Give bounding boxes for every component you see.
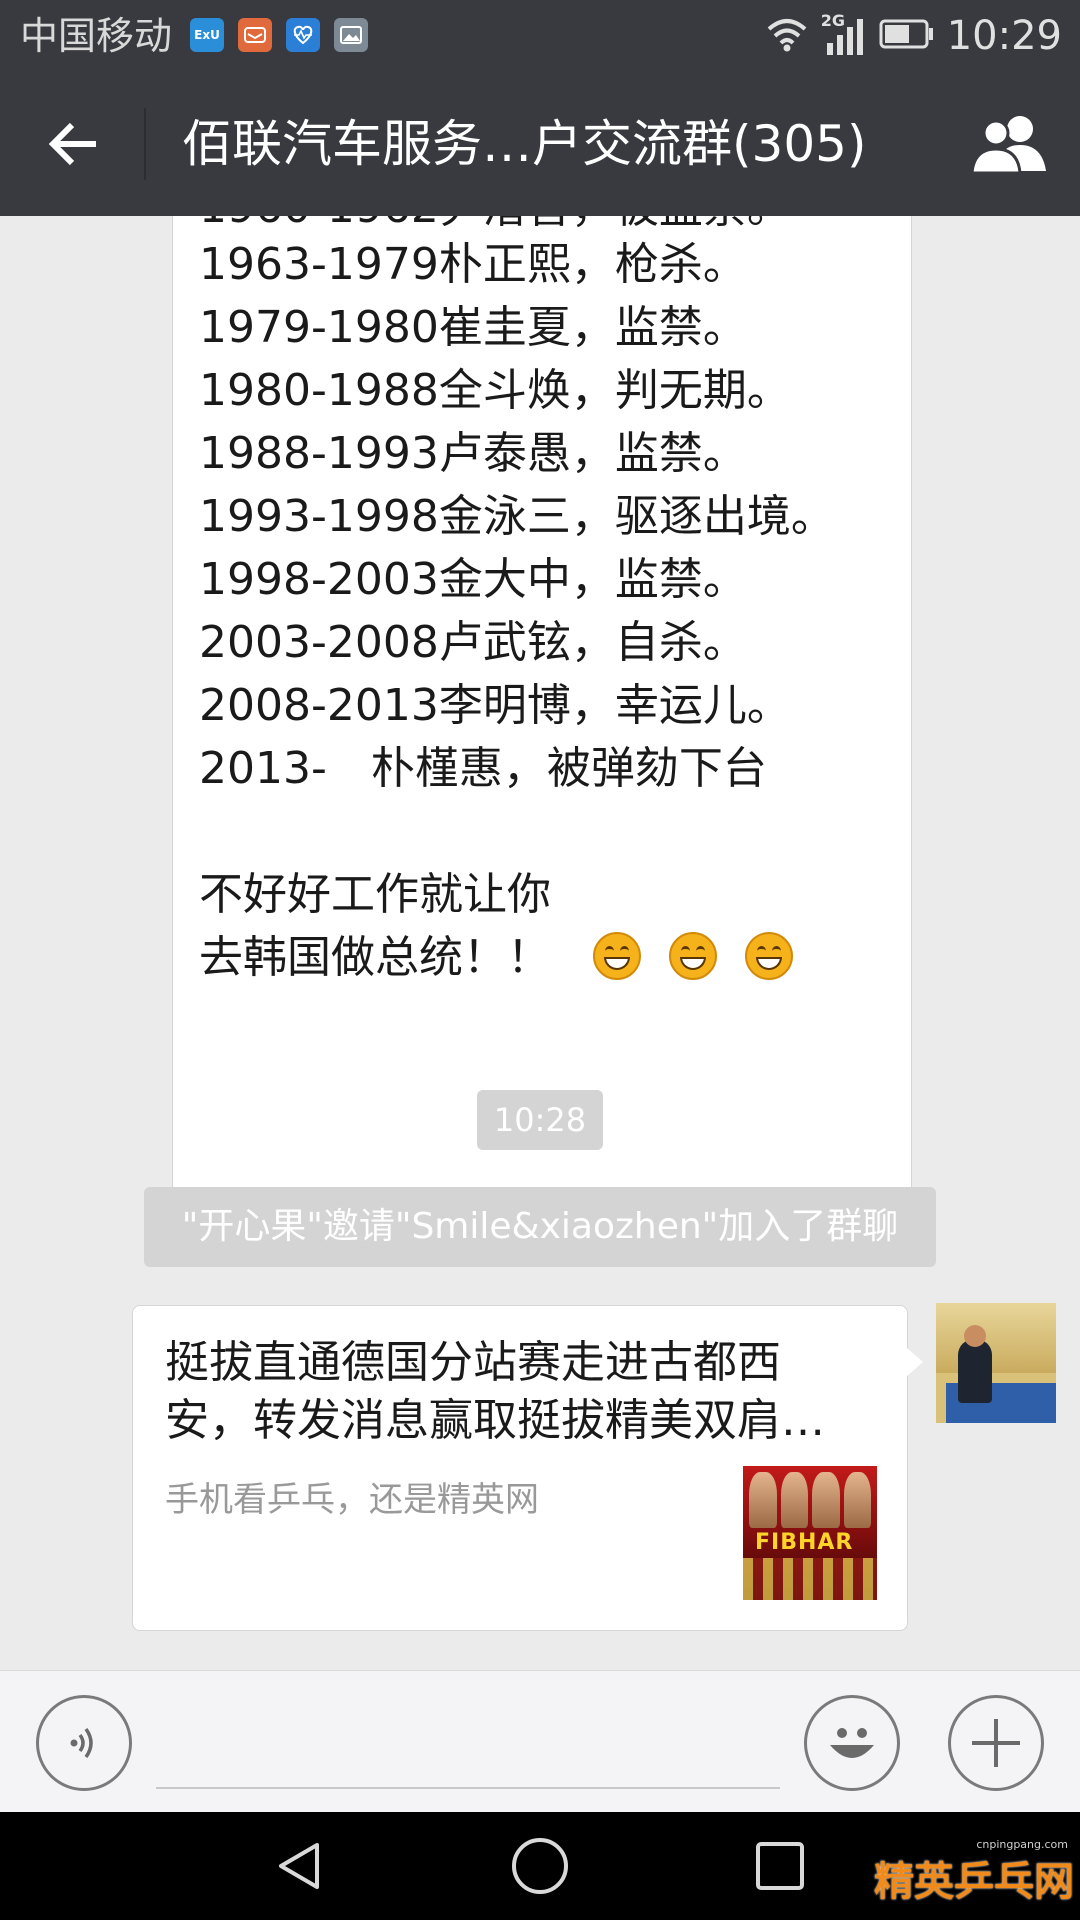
grinning-emoji-icon	[593, 932, 641, 980]
chat-title: 佰联汽车服务…户交流群(305)	[182, 115, 867, 173]
message-line: 1998-2003金大中，监禁。	[199, 554, 747, 605]
message-line: 1993-1998金泳三，驱逐出境。	[199, 491, 835, 542]
message-line: 1980-1988全斗焕，判无期。	[199, 365, 791, 416]
input-bar	[0, 1670, 1080, 1812]
battery-icon	[879, 19, 935, 53]
site-watermark: cnpingpang.com 精英乒乓网	[874, 1838, 1074, 1918]
message-line: 2008-2013李明博，幸运儿。	[199, 680, 791, 731]
message-line	[199, 800, 885, 863]
watermark-url: cnpingpang.com	[976, 1838, 1068, 1851]
voice-input-button[interactable]	[36, 1695, 132, 1791]
thumbnail-brand: FIBHAR	[755, 1530, 854, 1555]
message-input[interactable]	[156, 1787, 780, 1789]
link-title-line: 安，转发消息赢取挺拔精美双肩…	[165, 1395, 825, 1446]
system-notice: "开心果"邀请"Smile&xiaozhen"加入了群聊	[144, 1187, 936, 1267]
notification-icons: ExU	[190, 18, 368, 52]
plus-icon	[972, 1719, 1020, 1767]
watermark-text: 精英乒乓网	[874, 1859, 1074, 1905]
nav-home-button[interactable]	[508, 1834, 572, 1898]
xiaomi-app-icon: ExU	[190, 18, 224, 52]
thumbnail-banner	[743, 1558, 877, 1600]
message-timestamp: 10:28	[477, 1090, 603, 1150]
message-text: 去韩国做总统！！	[199, 932, 551, 983]
voice-input-icon	[70, 1727, 93, 1759]
shared-link-card[interactable]: 挺拔直通德国分站赛走进古都西 安，转发消息赢取挺拔精美双肩… 手机看乒乓，还是精…	[132, 1305, 923, 1631]
wifi-icon	[765, 15, 809, 57]
emoji-smile-icon	[830, 1728, 874, 1758]
more-actions-button[interactable]	[948, 1695, 1044, 1791]
carrier-label: 中国移动	[20, 14, 173, 58]
link-title-line: 挺拔直通德国分站赛走进古都西	[165, 1337, 781, 1388]
nav-back-button[interactable]	[268, 1834, 332, 1898]
message-line: 1963-1979朴正熙，枪杀。	[199, 239, 747, 290]
nav-back-icon	[279, 1843, 319, 1889]
back-button[interactable]	[36, 112, 112, 176]
link-title: 挺拔直通德国分站赛走进古都西 安，转发消息赢取挺拔精美双肩…	[165, 1334, 877, 1450]
message-line: 1988-1993卢泰愚，监禁。	[199, 428, 747, 479]
status-bar: 中国移动 ExU 2G 10:29	[0, 0, 1080, 72]
nav-home-icon	[512, 1838, 568, 1894]
message-line: 不好好工作就让你	[199, 869, 551, 920]
header-divider	[144, 108, 146, 180]
message-line-with-emoji: 去韩国做总统！！	[199, 926, 885, 989]
nav-recents-button[interactable]	[748, 1834, 812, 1898]
health-app-icon	[286, 18, 320, 52]
message-line: 2003-2008卢武铉，自杀。	[199, 617, 747, 668]
group-members-icon	[970, 116, 1046, 175]
grinning-emoji-icon	[669, 932, 717, 980]
emoji-button[interactable]	[804, 1695, 900, 1791]
gallery-app-icon	[334, 18, 368, 52]
message-line: 1960-1962尹潽善，被监禁。	[199, 216, 885, 233]
thumbnail-players	[749, 1472, 871, 1528]
arrow-left-icon	[48, 122, 96, 166]
message-line: 1979-1980崔圭夏，监禁。	[199, 302, 747, 353]
message-line: 2013- 朴槿惠，被弹劾下台	[199, 743, 767, 794]
signal-icon: 2G	[821, 11, 867, 59]
chat-messages[interactable]: 1960-1962尹潽善，被监禁。 1963-1979朴正熙，枪杀。 1979-…	[0, 216, 1080, 1670]
clock: 10:29	[946, 13, 1062, 59]
link-description: 手机看乒乓，还是精英网	[165, 1480, 539, 1520]
status-right: 2G 10:29	[765, 8, 1062, 64]
text-message-bubble[interactable]: 1960-1962尹潽善，被监禁。 1963-1979朴正熙，枪杀。 1979-…	[172, 216, 912, 1234]
nav-recents-icon	[756, 1842, 804, 1890]
grinning-emoji-icon	[745, 932, 793, 980]
group-members-button[interactable]	[966, 106, 1052, 182]
sender-avatar[interactable]	[936, 1303, 1056, 1423]
mail-app-icon	[238, 18, 272, 52]
link-thumbnail: FIBHAR	[743, 1466, 877, 1600]
chat-header: 佰联汽车服务…户交流群(305)	[0, 72, 1080, 216]
